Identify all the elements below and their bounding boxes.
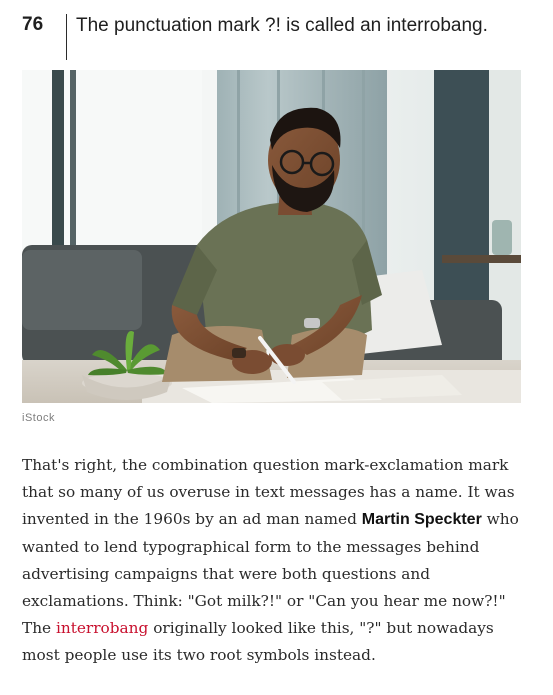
header-divider <box>66 14 67 60</box>
article-photo <box>22 70 521 403</box>
article-header: 76 The punctuation mark ?! is called an … <box>22 14 532 64</box>
article-paragraph: That's right, the combination question m… <box>22 452 522 670</box>
image-credit: iStock <box>22 412 55 424</box>
article-title: The punctuation mark ?! is called an int… <box>76 15 488 36</box>
item-number: 76 <box>22 14 44 35</box>
interrobang-link[interactable]: interrobang <box>56 619 148 637</box>
martin-speckter-link[interactable]: Martin Speckter <box>362 511 482 528</box>
